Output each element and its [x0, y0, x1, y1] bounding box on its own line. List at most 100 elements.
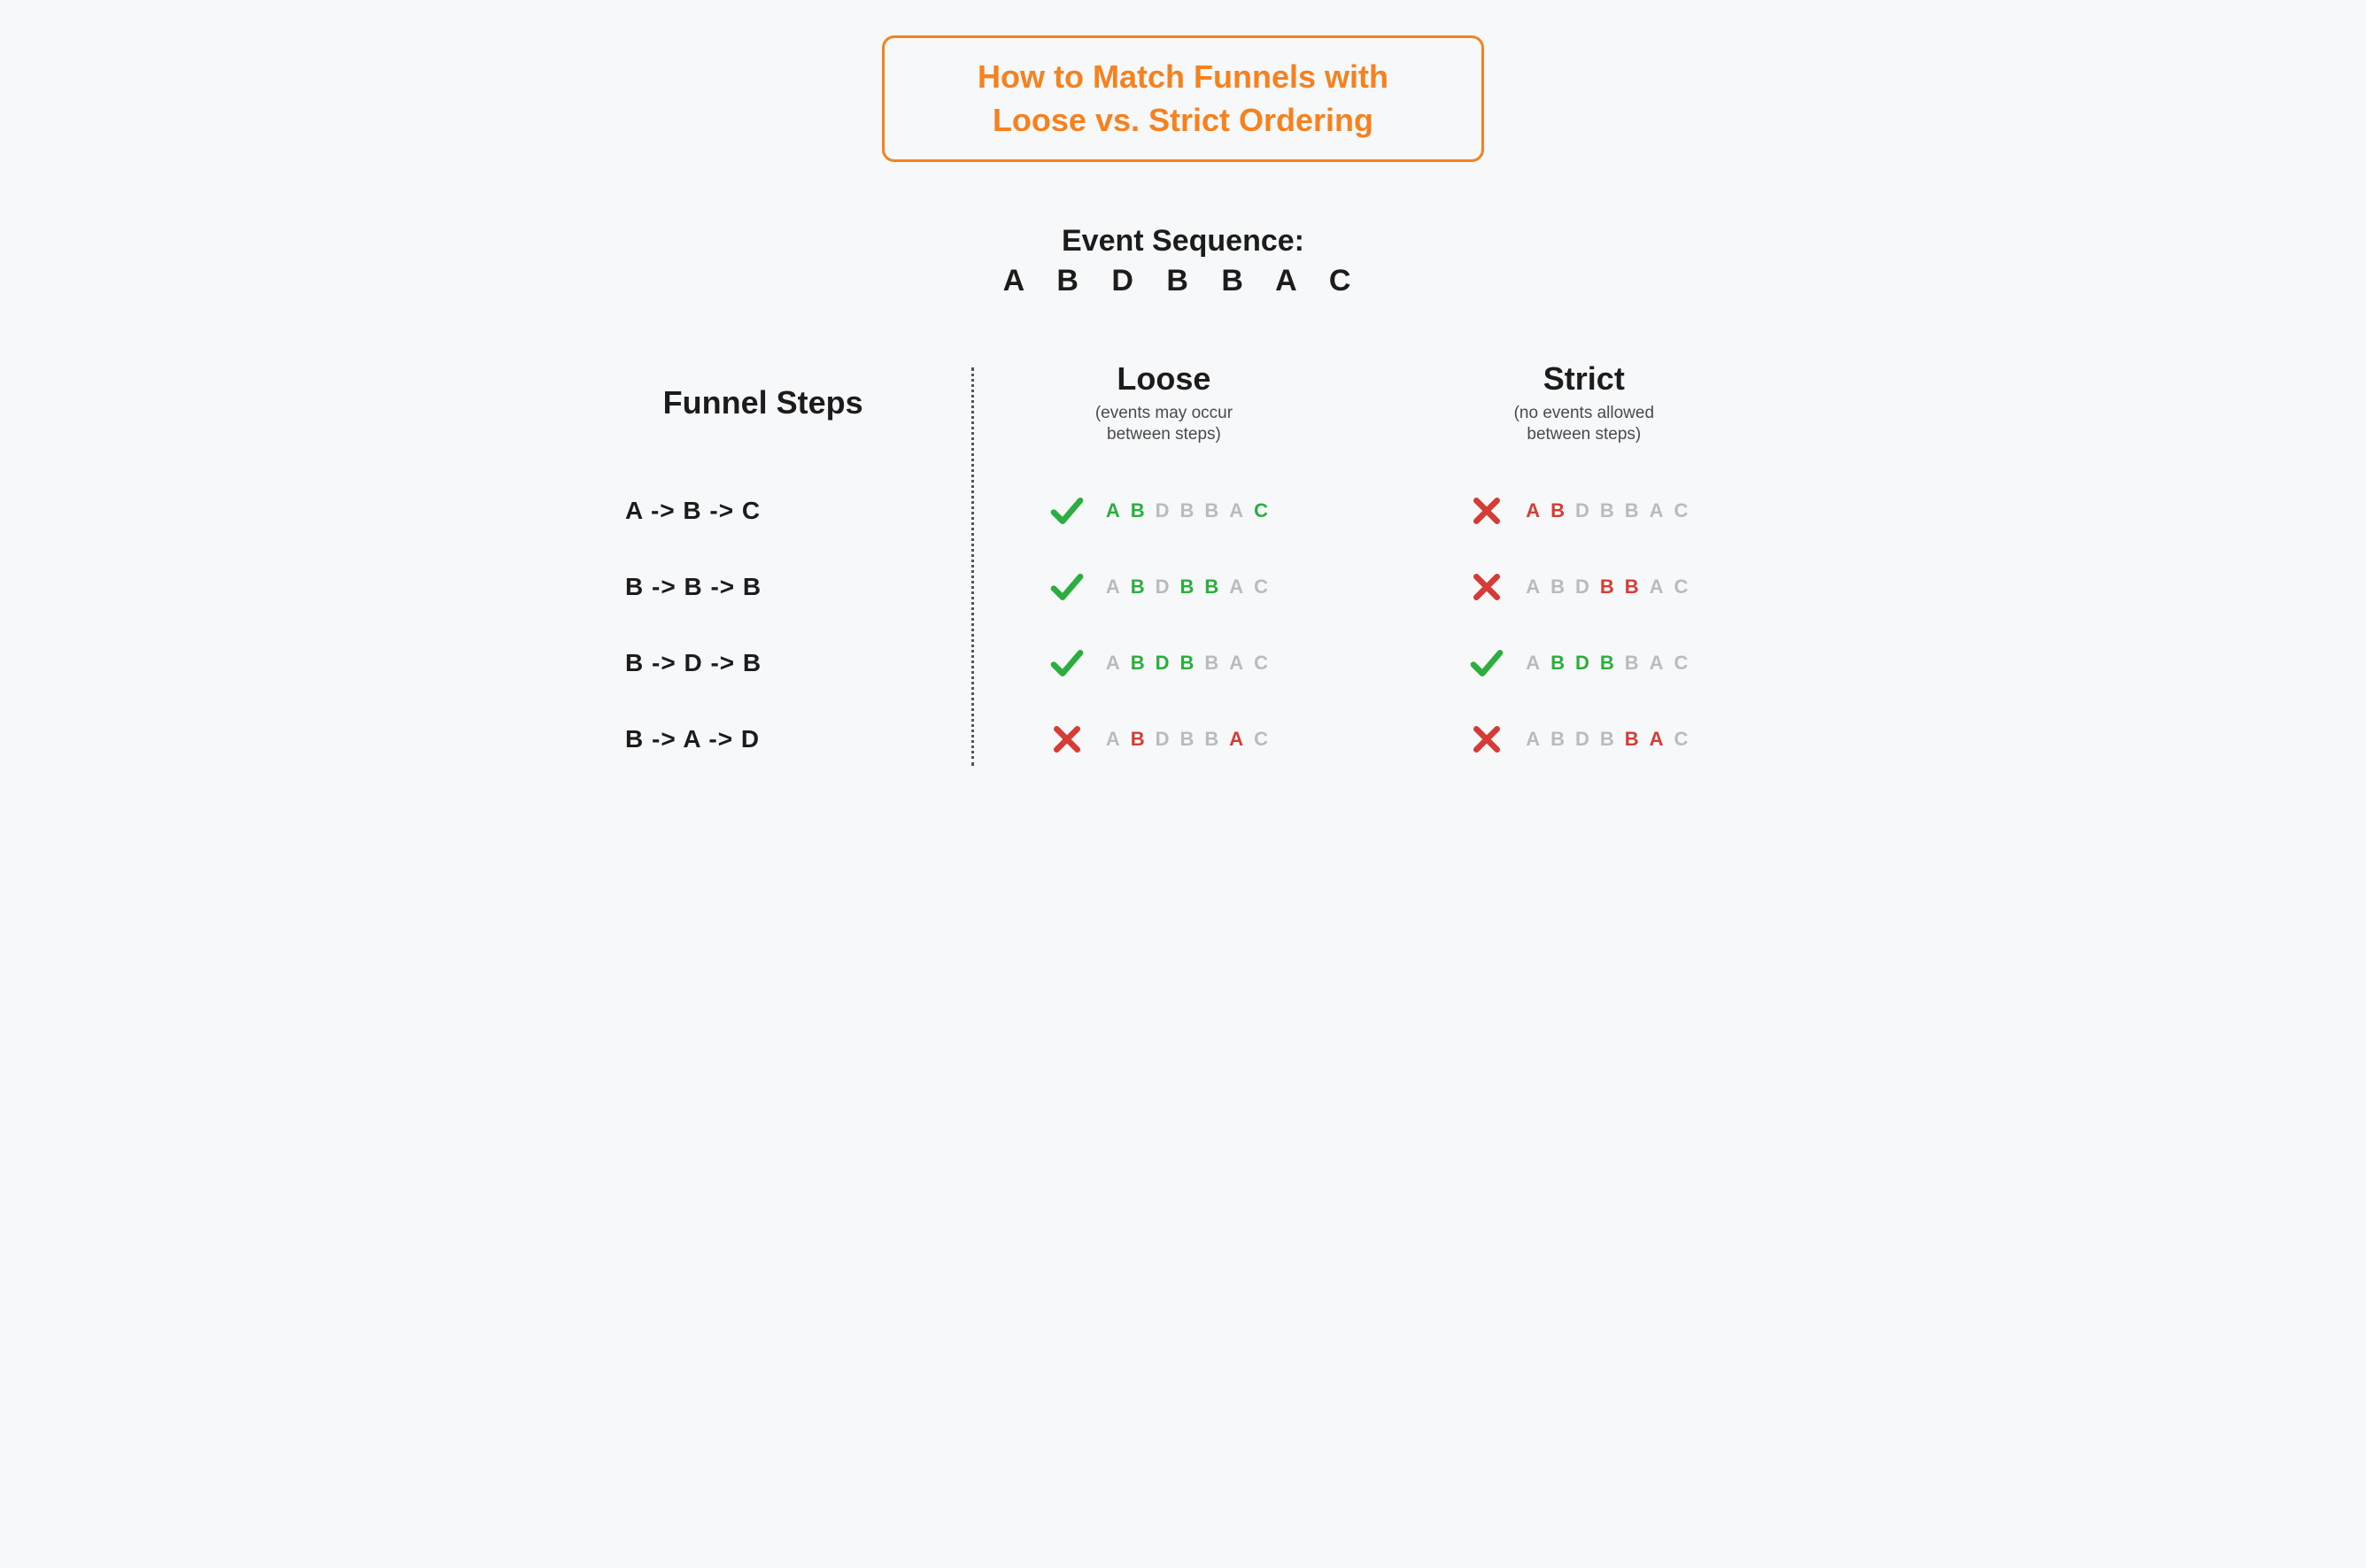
vertical-divider [971, 367, 974, 766]
sequence-letters: ABDBBAC [1526, 499, 1698, 522]
strict-cell: ABDBBAC [1374, 569, 1794, 605]
sequence-letter: D [1575, 575, 1600, 598]
diagram-root: How to Match Funnels with Loose vs. Stri… [572, 35, 1794, 1533]
sequence-letter: B [1600, 728, 1625, 750]
sequence-letters: ABDBBAC [1106, 575, 1279, 599]
sequence-letter: B [1625, 499, 1650, 521]
sequence-letter: C [1674, 499, 1699, 521]
sequence-letter: C [1674, 575, 1699, 598]
sequence-letter: B [1550, 499, 1575, 521]
event-sequence-block: Event Sequence: A B D B B A C [572, 224, 1794, 298]
x-icon [1469, 569, 1504, 605]
strict-cell: ABDBBAC [1374, 722, 1794, 757]
loose-cell: ABDBBAC [954, 645, 1373, 681]
sequence-letter: B [1600, 652, 1625, 674]
sequence-letter: A [1526, 728, 1550, 750]
sequence-letter: D [1156, 652, 1180, 674]
sequence-letter: D [1575, 499, 1600, 521]
sequence-letter: B [1204, 652, 1229, 674]
sequence-letter: B [1550, 728, 1575, 750]
strict-cell: ABDBBAC [1374, 493, 1794, 529]
x-icon [1049, 722, 1085, 757]
loose-cell: ABDBBAC [954, 493, 1373, 529]
sequence-letters: ABDBBAC [1106, 652, 1279, 675]
sequence-letter: B [1204, 499, 1229, 521]
col-header-loose: Loose (events may occur between steps) [954, 360, 1373, 452]
sequence-letter: A [1106, 652, 1131, 674]
sequence-letter: B [1204, 575, 1229, 598]
sequence-letter: B [1131, 728, 1156, 750]
col-header-loose-sub: (events may occur between steps) [954, 403, 1373, 445]
sequence-letters: ABDBBAC [1526, 728, 1698, 751]
sequence-letter: D [1156, 728, 1180, 750]
sequence-letters: ABDBBAC [1526, 652, 1698, 675]
sequence-letter: B [1550, 575, 1575, 598]
funnel-step: B -> B -> B [572, 573, 954, 601]
sequence-letter: A [1526, 499, 1550, 521]
sequence-letter: A [1650, 652, 1674, 674]
sequence-letter: C [1254, 652, 1279, 674]
sequence-letter: C [1674, 652, 1699, 674]
sequence-letter: D [1156, 575, 1180, 598]
sequence-letter: B [1600, 575, 1625, 598]
sequence-letter: C [1674, 728, 1699, 750]
col-header-steps: Funnel Steps [572, 384, 954, 429]
sequence-letter: B [1131, 575, 1156, 598]
check-icon [1049, 645, 1085, 681]
check-icon [1469, 645, 1504, 681]
sequence-letter: A [1526, 652, 1550, 674]
check-icon [1049, 569, 1085, 605]
sequence-letter: A [1526, 575, 1550, 598]
sequence-letter: B [1131, 652, 1156, 674]
sequence-letter: B [1550, 652, 1575, 674]
sequence-letter: A [1229, 575, 1254, 598]
sequence-letter: A [1229, 728, 1254, 750]
sequence-letter: B [1600, 499, 1625, 521]
sequence-letter: D [1575, 652, 1600, 674]
sequence-letter: B [1204, 728, 1229, 750]
sequence-letter: A [1650, 728, 1674, 750]
sequence-letter: A [1106, 499, 1131, 521]
comparison-grid: Funnel Steps Loose (events may occur bet… [572, 360, 1794, 757]
col-header-loose-text: Loose [954, 360, 1373, 398]
title-line-1: How to Match Funnels with [911, 56, 1455, 99]
sequence-letter: A [1106, 728, 1131, 750]
sequence-letters: ABDBBAC [1106, 728, 1279, 751]
event-sequence-value: A B D B B A C [572, 264, 1794, 298]
loose-cell: ABDBBAC [954, 722, 1373, 757]
sequence-letter: C [1254, 499, 1279, 521]
sequence-letter: D [1156, 499, 1180, 521]
sequence-letter: B [1131, 499, 1156, 521]
loose-cell: ABDBBAC [954, 569, 1373, 605]
sequence-letter: C [1254, 575, 1279, 598]
sequence-letter: D [1575, 728, 1600, 750]
sequence-letter: B [1179, 499, 1204, 521]
sequence-letter: B [1179, 728, 1204, 750]
sequence-letter: B [1625, 575, 1650, 598]
sequence-letter: A [1650, 575, 1674, 598]
col-header-strict-text: Strict [1374, 360, 1794, 398]
x-icon [1469, 722, 1504, 757]
title-box: How to Match Funnels with Loose vs. Stri… [882, 35, 1484, 162]
funnel-step: B -> A -> D [572, 725, 954, 753]
sequence-letter: B [1625, 652, 1650, 674]
sequence-letter: A [1229, 499, 1254, 521]
sequence-letter: A [1650, 499, 1674, 521]
sequence-letters: ABDBBAC [1526, 575, 1698, 599]
funnel-step: B -> D -> B [572, 649, 954, 677]
funnel-step: A -> B -> C [572, 497, 954, 525]
event-sequence-label: Event Sequence: [572, 224, 1794, 259]
sequence-letter: A [1229, 652, 1254, 674]
sequence-letter: B [1179, 652, 1204, 674]
sequence-letter: C [1254, 728, 1279, 750]
sequence-letter: A [1106, 575, 1131, 598]
strict-cell: ABDBBAC [1374, 645, 1794, 681]
sequence-letter: B [1625, 728, 1650, 750]
x-icon [1469, 493, 1504, 529]
check-icon [1049, 493, 1085, 529]
col-header-strict: Strict (no events allowed between steps) [1374, 360, 1794, 452]
col-header-steps-text: Funnel Steps [572, 384, 954, 421]
col-header-strict-sub: (no events allowed between steps) [1374, 403, 1794, 445]
sequence-letter: B [1179, 575, 1204, 598]
title-line-2: Loose vs. Strict Ordering [911, 99, 1455, 143]
